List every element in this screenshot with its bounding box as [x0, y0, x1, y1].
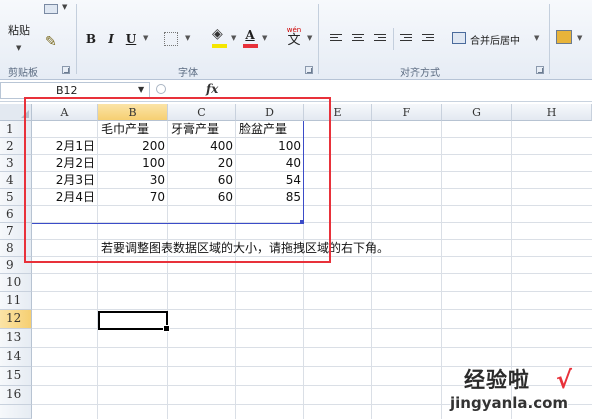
name-box[interactable]: B12 — [0, 82, 150, 99]
align-center-icon[interactable] — [352, 34, 364, 44]
watermark-logo-text: 经验啦 — [464, 368, 530, 392]
group-divider — [76, 4, 77, 74]
gridline — [371, 121, 372, 419]
watermark: 经验啦 √ jingyanla.com — [450, 364, 592, 419]
phonetic-dropdown-icon[interactable]: ▼ — [307, 34, 312, 42]
chart-data-range — [32, 121, 304, 224]
row-header-10[interactable]: 10 — [0, 274, 32, 292]
alignment-group-label: 对齐方式 — [400, 68, 440, 79]
watermark-check-icon: √ — [556, 366, 573, 394]
fill-color-bar — [212, 44, 227, 48]
formula-input[interactable] — [226, 82, 592, 99]
ribbon: 粘贴 ▼ ▼ ✎ 剪贴板 B I U ▼ ▼ ◈ ▼ A ▼ wén 文 ▼ 字… — [0, 0, 592, 80]
row-header-13[interactable]: 13 — [0, 329, 32, 348]
italic-button[interactable]: I — [104, 30, 118, 48]
column-header-d[interactable]: D — [236, 104, 304, 121]
fill-color-dropdown-icon[interactable]: ▼ — [231, 34, 236, 42]
decrease-indent-icon[interactable] — [400, 34, 412, 44]
font-launcher-icon[interactable] — [305, 66, 313, 74]
column-header-c[interactable]: C — [168, 104, 236, 121]
font-color-button[interactable]: A — [243, 26, 257, 44]
column-header-g[interactable]: G — [442, 104, 512, 121]
range-resize-handle[interactable] — [300, 220, 304, 224]
cell-b8-note[interactable]: 若要调整图表数据区域的大小，请拖拽区域的右下角。 — [98, 240, 518, 257]
column-header-e[interactable]: E — [304, 104, 372, 121]
gridline — [441, 121, 442, 419]
paste-button-label[interactable]: 粘贴 — [8, 22, 30, 38]
active-cell-b12[interactable] — [98, 311, 170, 332]
phonetic-button[interactable]: wén 文 — [284, 26, 304, 50]
clipboard-group-label: 剪贴板 — [8, 68, 38, 79]
alignment-launcher-icon[interactable] — [536, 66, 544, 74]
row-header-7[interactable]: 7 — [0, 223, 32, 240]
font-color-dropdown-icon[interactable]: ▼ — [262, 34, 267, 42]
row-header-5[interactable]: 5 — [0, 189, 32, 206]
row-header-2[interactable]: 2 — [0, 138, 32, 155]
column-header-h[interactable]: H — [512, 104, 592, 121]
copy-dropdown-icon[interactable]: ▼ — [62, 3, 67, 11]
border-icon[interactable] — [164, 32, 178, 46]
gridline — [32, 273, 592, 274]
name-box-dropdown-icon[interactable]: ▼ — [138, 85, 144, 94]
copy-icon[interactable] — [44, 4, 58, 14]
align-right-icon[interactable] — [374, 34, 386, 44]
phonetic-char: 文 — [287, 33, 301, 48]
select-all-corner[interactable] — [0, 104, 32, 121]
column-header-f[interactable]: F — [372, 104, 442, 121]
gridline — [32, 309, 592, 310]
number-format-dropdown-icon[interactable]: ▼ — [577, 34, 582, 42]
group-divider — [549, 4, 550, 74]
paste-dropdown-icon[interactable]: ▼ — [16, 44, 21, 52]
row-header-14[interactable]: 14 — [0, 348, 32, 367]
insert-function-icon[interactable]: fx — [206, 82, 218, 96]
clipboard-launcher-icon[interactable] — [62, 66, 70, 74]
number-format-icon[interactable] — [556, 30, 572, 44]
row-header-8[interactable]: 8 — [0, 240, 32, 257]
column-header-a[interactable]: A — [32, 104, 98, 121]
font-group-label: 字体 — [178, 68, 198, 79]
increase-indent-icon[interactable] — [422, 34, 434, 44]
row-header-12[interactable]: 12 — [0, 310, 32, 329]
bold-button[interactable]: B — [84, 30, 98, 48]
formula-bar-circle-icon — [156, 84, 166, 94]
gridline — [32, 347, 592, 348]
row-header-1[interactable]: 1 — [0, 121, 32, 138]
font-color-bar — [243, 44, 258, 48]
row-header-16[interactable]: 16 — [0, 386, 32, 405]
underline-button[interactable]: U — [124, 30, 138, 48]
format-painter-icon[interactable]: ✎ — [45, 34, 57, 50]
group-divider — [318, 4, 319, 74]
row-header-15[interactable]: 15 — [0, 367, 32, 386]
row-header-3[interactable]: 3 — [0, 155, 32, 172]
border-dropdown-icon[interactable]: ▼ — [185, 34, 190, 42]
row-header-6[interactable]: 6 — [0, 206, 32, 223]
row-header-9[interactable]: 9 — [0, 257, 32, 274]
row-header-17[interactable] — [0, 405, 32, 419]
formula-bar: B12 ▼ fx — [0, 80, 592, 102]
merge-center-button[interactable]: 合并后居中 — [470, 32, 520, 47]
gridline — [32, 291, 592, 292]
row-header-4[interactable]: 4 — [0, 172, 32, 189]
underline-dropdown-icon[interactable]: ▼ — [143, 34, 148, 42]
align-divider — [393, 28, 394, 50]
row-header-11[interactable]: 11 — [0, 292, 32, 310]
fill-color-icon[interactable]: ◈ — [212, 26, 223, 42]
merge-center-icon[interactable] — [452, 32, 466, 44]
watermark-url: jingyanla.com — [450, 394, 569, 412]
column-header-b[interactable]: B — [98, 104, 168, 121]
merge-center-dropdown-icon[interactable]: ▼ — [534, 34, 539, 42]
align-left-icon[interactable] — [330, 34, 342, 44]
